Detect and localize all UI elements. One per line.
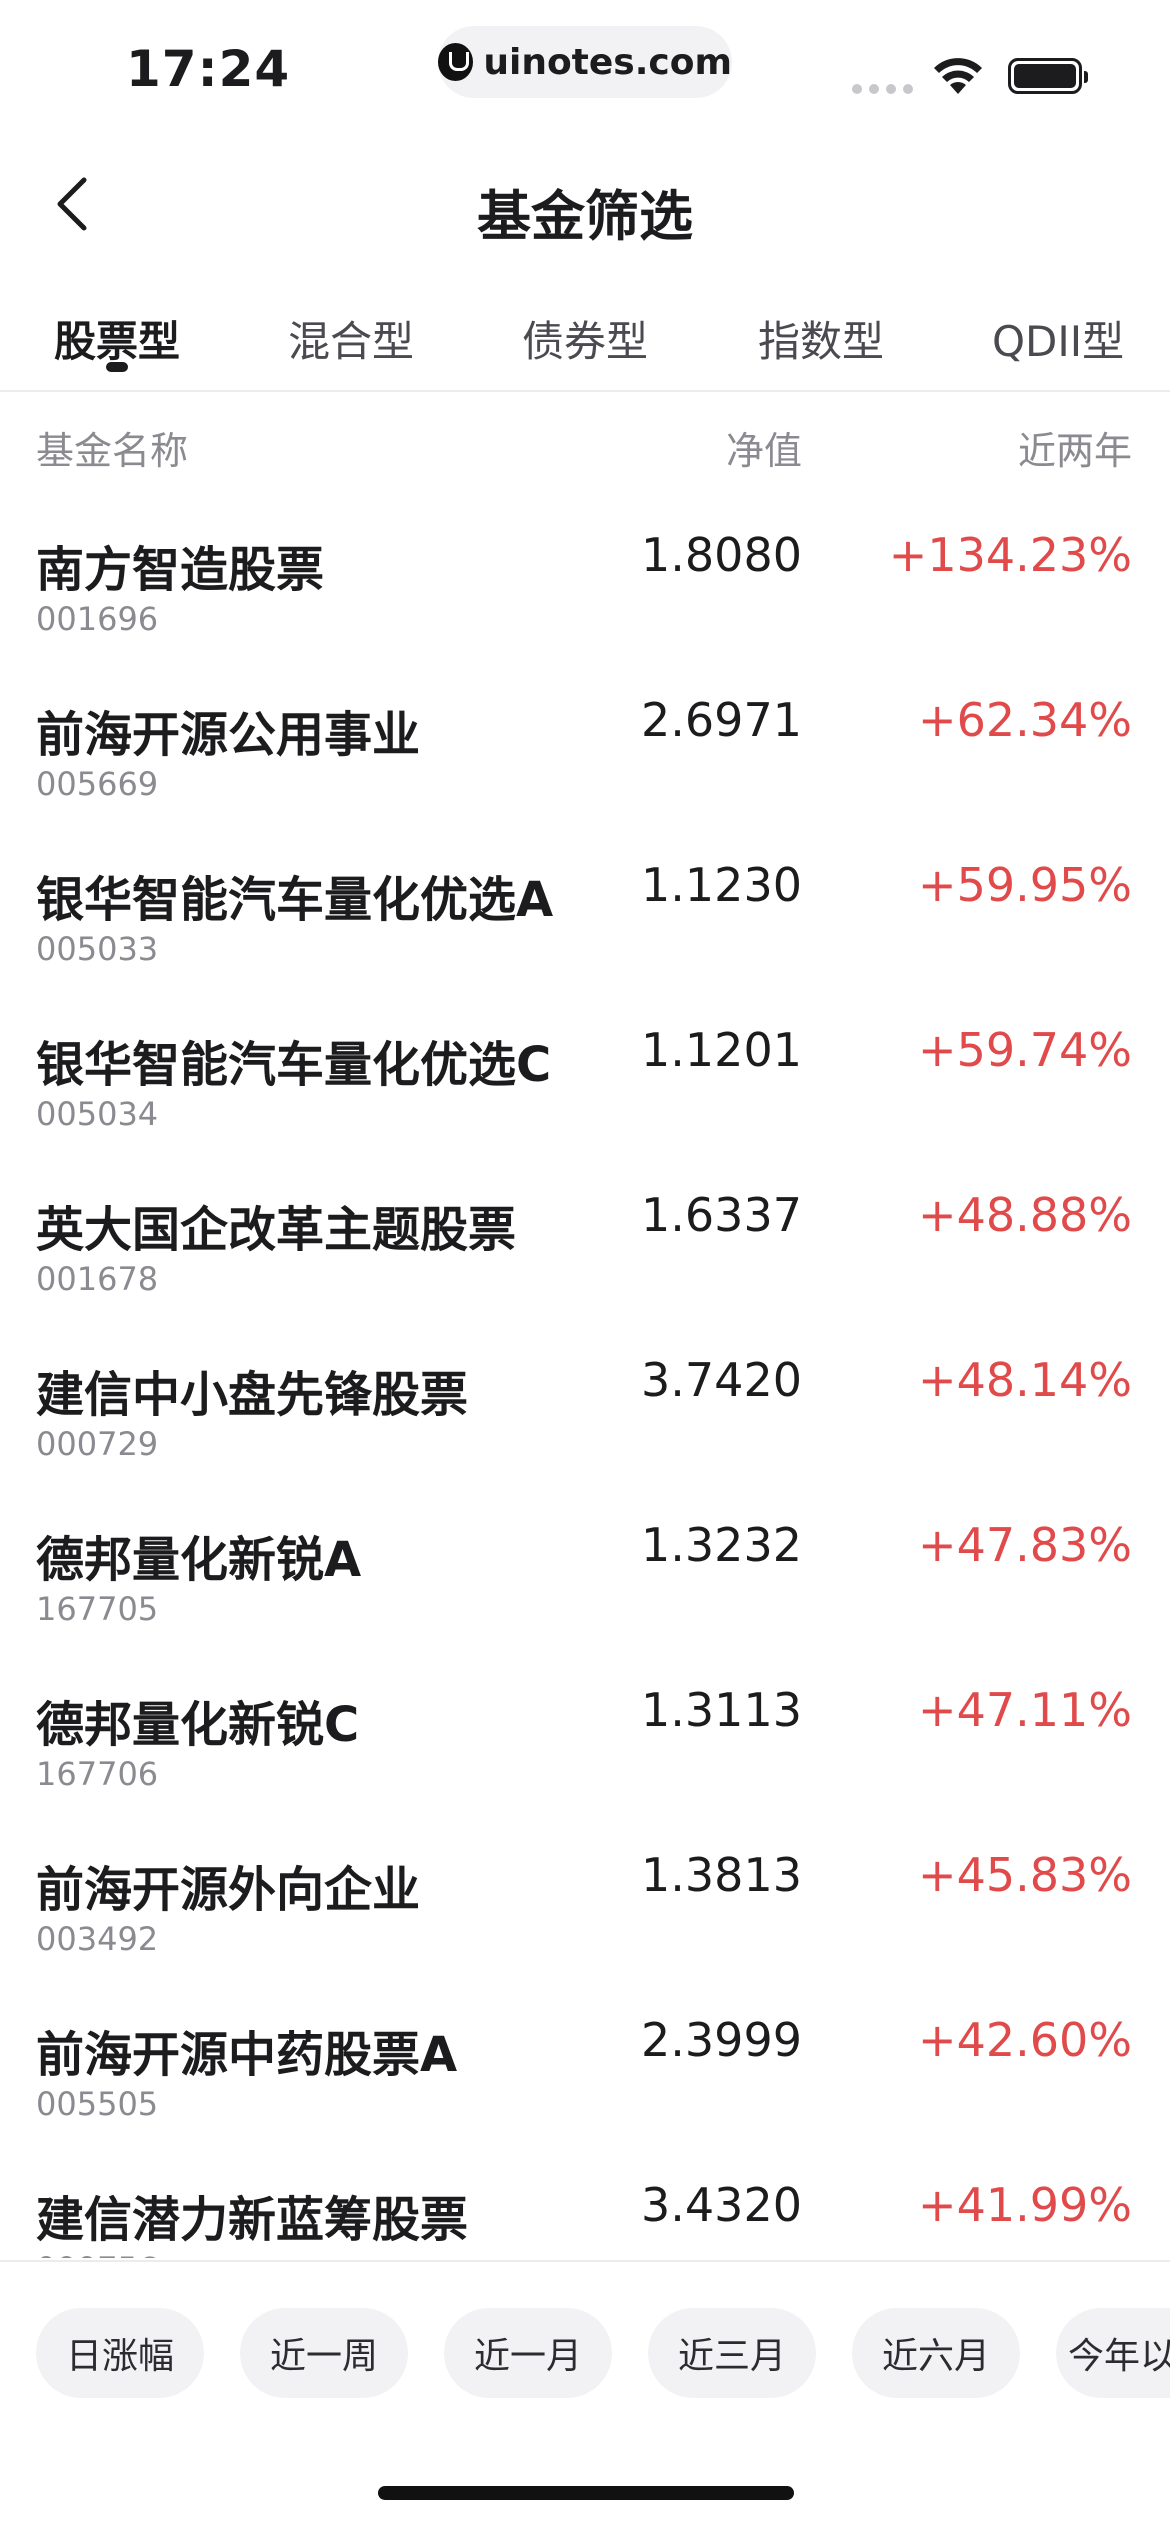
fund-name: 前海开源公用事业 — [36, 707, 421, 763]
status-bar: 17:24 uinotes.com — [0, 0, 1170, 140]
fund-return: +48.14% — [918, 1353, 1132, 1407]
tab-bond[interactable]: 债券型 — [522, 308, 648, 369]
fund-return: +47.83% — [918, 1518, 1132, 1572]
fund-return: +59.95% — [918, 858, 1132, 912]
fund-row[interactable]: 前海开源外向企业 003492 1.3813 +45.83% — [0, 1820, 1170, 1985]
fund-nav: 1.1230 — [641, 858, 802, 912]
tab-stock[interactable]: 股票型 — [54, 308, 180, 369]
fund-list[interactable]: 南方智造股票 001696 1.8080 +134.23% 前海开源公用事业 0… — [0, 500, 1170, 2258]
fund-nav: 1.3113 — [641, 1683, 802, 1737]
fund-row[interactable]: 英大国企改革主题股票 001678 1.6337 +48.88% — [0, 1160, 1170, 1325]
fund-name: 银华智能汽车量化优选C — [36, 1037, 552, 1093]
nav-bar: 基金筛选 — [0, 150, 1170, 260]
url-pill[interactable]: uinotes.com — [438, 26, 732, 98]
fund-code: 005669 — [36, 765, 159, 803]
page-title: 基金筛选 — [477, 185, 693, 248]
fund-nav: 1.6337 — [641, 1188, 802, 1242]
fund-return: +62.34% — [918, 693, 1132, 747]
column-header-nav[interactable]: 净值 — [726, 420, 802, 475]
fund-return: +45.83% — [918, 1848, 1132, 1902]
period-filter-bar: 日涨幅 近一周 近一月 近三月 近六月 今年以来 — [0, 2260, 1170, 2412]
fund-row[interactable]: 建信潜力新蓝筹股票 000756 3.4320 +41.99% — [0, 2150, 1170, 2258]
fund-code: 167706 — [36, 1755, 159, 1793]
fund-return: +59.74% — [918, 1023, 1132, 1077]
fund-code: 167705 — [36, 1590, 159, 1628]
fund-return: +134.23% — [888, 528, 1132, 582]
tab-hybrid[interactable]: 混合型 — [288, 308, 414, 369]
battery-icon — [1008, 58, 1088, 94]
fund-nav: 1.3813 — [641, 1848, 802, 1902]
column-header-name: 基金名称 — [36, 429, 189, 473]
fund-code: 005505 — [36, 2085, 159, 2123]
tab-active-indicator — [106, 362, 128, 372]
period-chip-6m[interactable]: 近六月 — [852, 2308, 1020, 2398]
tab-index[interactable]: 指数型 — [758, 308, 884, 369]
fund-nav: 2.6971 — [641, 693, 802, 747]
tab-qdii[interactable]: QDII型 — [992, 308, 1124, 369]
fund-nav: 2.3999 — [641, 2013, 802, 2067]
fund-row[interactable]: 银华智能汽车量化优选C 005034 1.1201 +59.74% — [0, 995, 1170, 1160]
fund-name: 前海开源中药股票A — [36, 2027, 458, 2083]
column-header-return[interactable]: 近两年 — [1018, 420, 1132, 475]
fund-name: 建信中小盘先锋股票 — [36, 1367, 469, 1423]
fund-name: 英大国企改革主题股票 — [36, 1202, 517, 1258]
fund-name: 南方智造股票 — [36, 542, 325, 598]
period-chip-3m[interactable]: 近三月 — [648, 2308, 816, 2398]
fund-name: 德邦量化新锐A — [36, 1532, 362, 1588]
url-text: uinotes.com — [483, 41, 732, 83]
fund-name: 建信潜力新蓝筹股票 — [36, 2192, 469, 2248]
fund-return: +48.88% — [918, 1188, 1132, 1242]
fund-code: 005034 — [36, 1095, 159, 1133]
fund-row[interactable]: 前海开源公用事业 005669 2.6971 +62.34% — [0, 665, 1170, 830]
fund-nav: 1.8080 — [641, 528, 802, 582]
period-chip-1w[interactable]: 近一周 — [240, 2308, 408, 2398]
fund-return: +42.60% — [918, 2013, 1132, 2067]
fund-nav: 1.1201 — [641, 1023, 802, 1077]
fund-code: 003492 — [36, 1920, 159, 1958]
period-chip-1m[interactable]: 近一月 — [444, 2308, 612, 2398]
signal-icon — [852, 84, 913, 94]
fund-name: 前海开源外向企业 — [36, 1862, 421, 1918]
fund-code: 001678 — [36, 1260, 159, 1298]
fund-name: 银华智能汽车量化优选A — [36, 872, 554, 928]
fund-code: 000756 — [36, 2250, 158, 2258]
status-time: 17:24 — [126, 40, 291, 98]
fund-type-tabs: 股票型 混合型 债券型 指数型 QDII型 — [0, 290, 1170, 392]
fund-row[interactable]: 银华智能汽车量化优选A 005033 1.1230 +59.95% — [0, 830, 1170, 995]
period-chip-ytd[interactable]: 今年以来 — [1056, 2308, 1170, 2398]
wifi-icon — [934, 58, 982, 94]
fund-row[interactable]: 德邦量化新锐C 167706 1.3113 +47.11% — [0, 1655, 1170, 1820]
fund-return: +41.99% — [918, 2178, 1132, 2232]
fund-row[interactable]: 建信中小盘先锋股票 000729 3.7420 +48.14% — [0, 1325, 1170, 1490]
period-chip-daily[interactable]: 日涨幅 — [36, 2308, 204, 2398]
fund-code: 005033 — [36, 930, 159, 968]
fund-return: +47.11% — [918, 1683, 1132, 1737]
fund-nav: 1.3232 — [641, 1518, 802, 1572]
fund-row[interactable]: 前海开源中药股票A 005505 2.3999 +42.60% — [0, 1985, 1170, 2150]
fund-name: 德邦量化新锐C — [36, 1697, 360, 1753]
fund-code: 001696 — [36, 600, 159, 638]
fund-nav: 3.7420 — [641, 1353, 802, 1407]
fund-row[interactable]: 德邦量化新锐A 167705 1.3232 +47.83% — [0, 1490, 1170, 1655]
fund-nav: 3.4320 — [641, 2178, 802, 2232]
fund-code: 000729 — [36, 1425, 159, 1463]
site-logo-icon — [438, 43, 474, 81]
home-indicator — [378, 2486, 794, 2500]
table-header: 基金名称 净值 近两年 — [0, 420, 1170, 480]
fund-row[interactable]: 南方智造股票 001696 1.8080 +134.23% — [0, 500, 1170, 665]
